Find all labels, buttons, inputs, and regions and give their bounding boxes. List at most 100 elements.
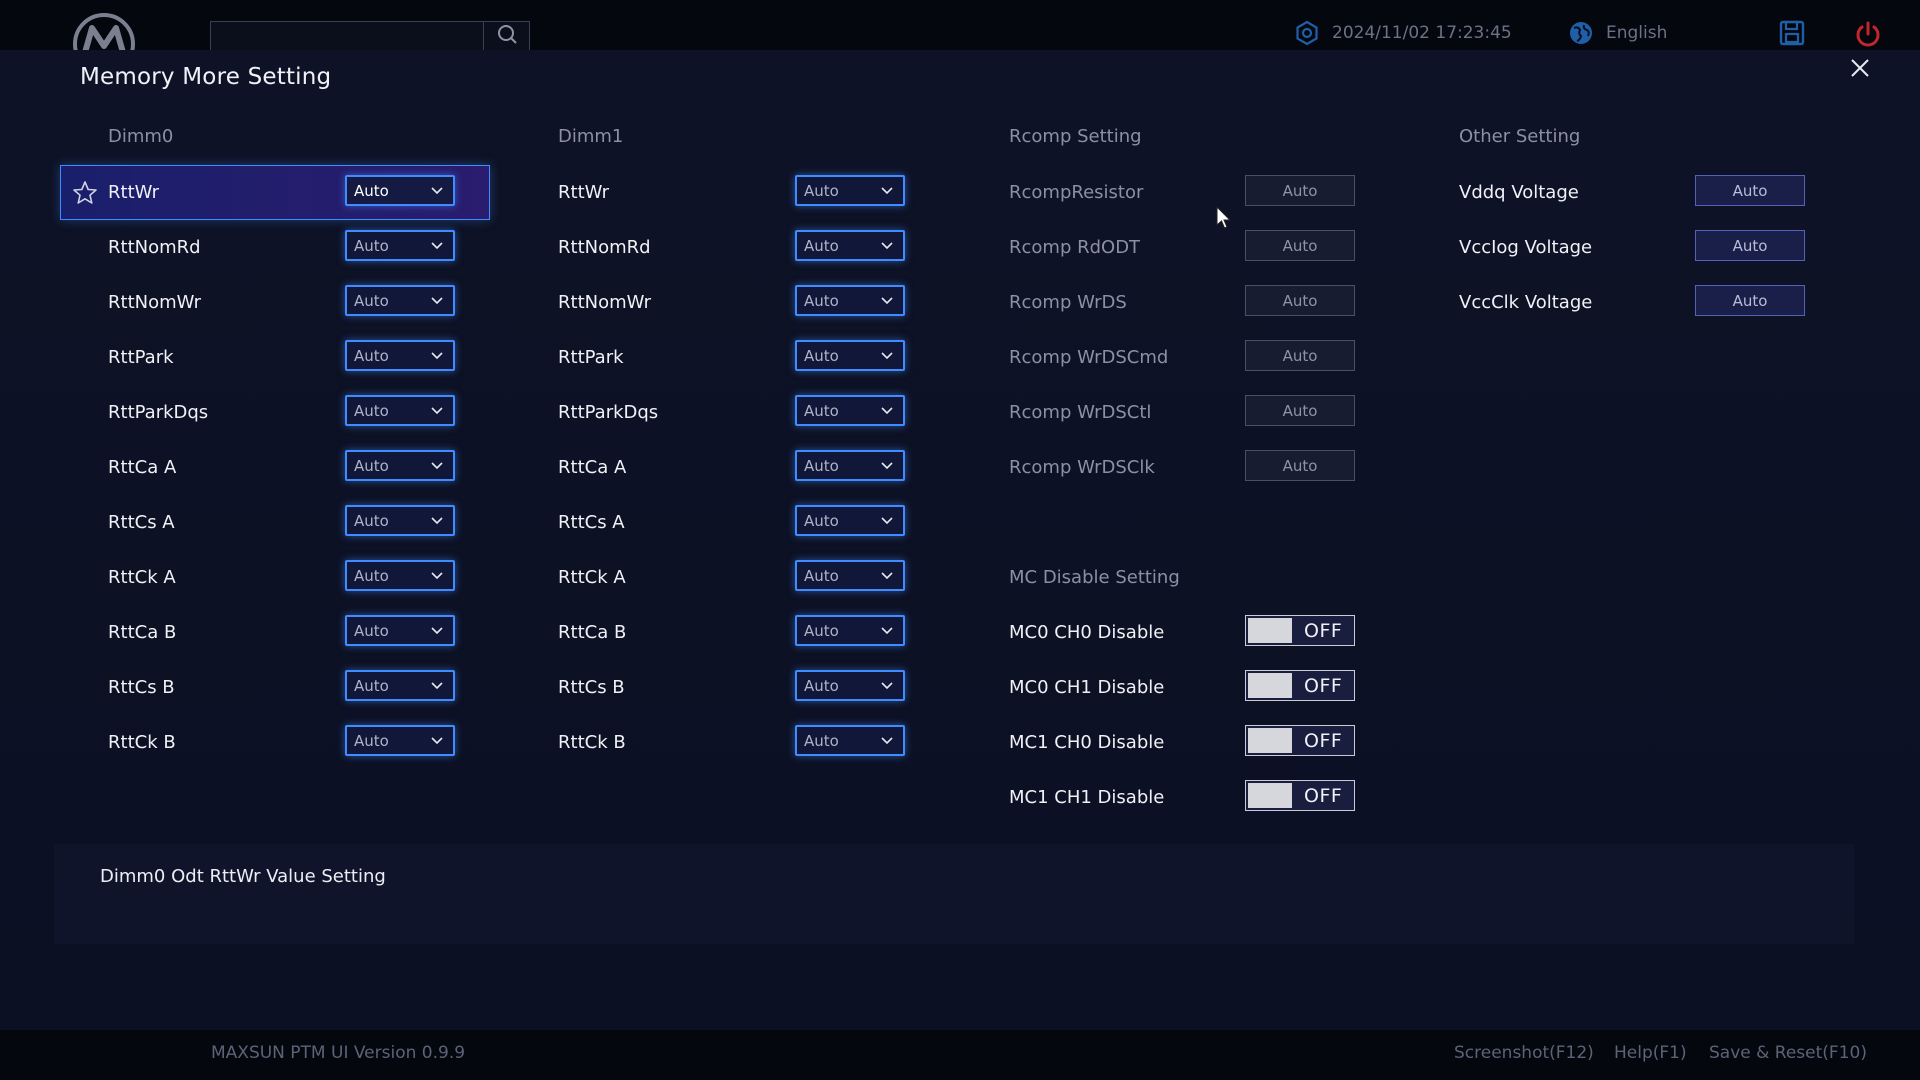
chevron-down-icon — [431, 571, 443, 580]
vcciog-voltage-value[interactable]: Auto — [1695, 230, 1805, 261]
dimm1-label-1: RttNomRd — [558, 237, 651, 258]
dimm0-label-10: RttCk B — [108, 732, 176, 753]
dimm1-label-2: RttNomWr — [558, 292, 652, 313]
mc-disable-label-3: MC1 CH1 Disable — [1009, 787, 1165, 808]
chevron-down-icon — [881, 736, 893, 745]
chevron-down-icon — [431, 186, 443, 195]
toggle-state: OFF — [1304, 784, 1343, 807]
rcomp-label-4: Rcomp WrDSCtl — [1009, 402, 1152, 423]
vccclk-voltage-value[interactable]: Auto — [1695, 285, 1805, 316]
save-reset-button[interactable]: Save & Reset(F10) — [1709, 1043, 1867, 1063]
dimm0-dropdown-7[interactable]: Auto — [345, 560, 455, 591]
dimm0-dropdown-6[interactable]: Auto — [345, 505, 455, 536]
dimm0-label-4: RttParkDqs — [108, 402, 209, 423]
other-label-1: VccIog Voltage — [1459, 237, 1593, 258]
chevron-down-icon — [881, 406, 893, 415]
dimm0-label-2: RttNomWr — [108, 292, 202, 313]
dimm0-dropdown-9[interactable]: Auto — [345, 670, 455, 701]
dimm1-dropdown-5[interactable]: Auto — [795, 450, 905, 481]
dimm0-dropdown-1[interactable]: Auto — [345, 230, 455, 261]
chevron-down-icon — [431, 626, 443, 635]
chevron-down-icon — [881, 461, 893, 470]
rcomp-value-5[interactable]: Auto — [1245, 450, 1355, 481]
toggle-state: OFF — [1304, 729, 1343, 752]
footer-bar: MAXSUN PTM UI Version 0.9.9 Screenshot(F… — [0, 1030, 1920, 1080]
vddq-voltage-value[interactable]: Auto — [1695, 175, 1805, 206]
chevron-down-icon — [431, 406, 443, 415]
power-icon[interactable] — [1854, 20, 1882, 52]
toggle-state: OFF — [1304, 619, 1343, 642]
save-icon[interactable] — [1779, 20, 1805, 50]
screenshot-button[interactable]: Screenshot(F12) — [1454, 1043, 1594, 1063]
chevron-down-icon — [431, 241, 443, 250]
dropdown-value: Auto — [804, 676, 839, 695]
rcomp-value-1[interactable]: Auto — [1245, 230, 1355, 261]
toggle-knob — [1248, 728, 1292, 753]
dimm1-label-7: RttCk A — [558, 567, 626, 588]
dropdown-value: Auto — [354, 346, 389, 365]
dimm0-dropdown-3[interactable]: Auto — [345, 340, 455, 371]
rcomp-value-0[interactable]: Auto — [1245, 175, 1355, 206]
mc-disable-toggle-2[interactable]: OFF — [1245, 725, 1355, 756]
dimm1-label-0: RttWr — [558, 182, 610, 203]
dimm1-dropdown-10[interactable]: Auto — [795, 725, 905, 756]
dropdown-value: Auto — [354, 566, 389, 585]
chevron-down-icon — [431, 681, 443, 690]
dropdown-value: Auto — [804, 401, 839, 420]
chevron-down-icon — [881, 516, 893, 525]
dimm1-dropdown-1[interactable]: Auto — [795, 230, 905, 261]
mc-disable-header: MC Disable Setting — [1009, 567, 1180, 588]
dropdown-value: Auto — [354, 291, 389, 310]
dimm0-label-9: RttCs B — [108, 677, 175, 698]
dimm0-header: Dimm0 — [108, 126, 174, 147]
language-label: English — [1606, 23, 1668, 43]
dropdown-value: Auto — [354, 511, 389, 530]
dimm1-dropdown-8[interactable]: Auto — [795, 615, 905, 646]
rcomp-value-4[interactable]: Auto — [1245, 395, 1355, 426]
mc-disable-toggle-0[interactable]: OFF — [1245, 615, 1355, 646]
search-input[interactable] — [211, 22, 485, 50]
chevron-down-icon — [881, 681, 893, 690]
dimm1-dropdown-0[interactable]: Auto — [795, 175, 905, 206]
rcomp-label-3: Rcomp WrDSCmd — [1009, 347, 1169, 368]
dimm0-dropdown-8[interactable]: Auto — [345, 615, 455, 646]
mc-disable-label-1: MC0 CH1 Disable — [1009, 677, 1165, 698]
chevron-down-icon — [431, 461, 443, 470]
mc-disable-toggle-1[interactable]: OFF — [1245, 670, 1355, 701]
dimm0-dropdown-2[interactable]: Auto — [345, 285, 455, 316]
dimm1-dropdown-9[interactable]: Auto — [795, 670, 905, 701]
dropdown-value: Auto — [354, 401, 389, 420]
help-button[interactable]: Help(F1) — [1614, 1043, 1687, 1063]
mc-disable-toggle-3[interactable]: OFF — [1245, 780, 1355, 811]
dimm1-dropdown-2[interactable]: Auto — [795, 285, 905, 316]
dimm0-dropdown-5[interactable]: Auto — [345, 450, 455, 481]
dimm0-dropdown-0[interactable]: Auto — [345, 175, 455, 206]
close-button[interactable] — [1846, 56, 1874, 84]
dimm0-label-7: RttCk A — [108, 567, 176, 588]
dropdown-value: Auto — [804, 291, 839, 310]
rcomp-value-3[interactable]: Auto — [1245, 340, 1355, 371]
chevron-down-icon — [881, 186, 893, 195]
dropdown-value: Auto — [354, 676, 389, 695]
dimm1-label-3: RttPark — [558, 347, 624, 368]
dimm1-dropdown-6[interactable]: Auto — [795, 505, 905, 536]
help-description-box — [54, 844, 1854, 944]
language-selector[interactable]: English — [1568, 20, 1667, 46]
globe-icon — [1568, 20, 1594, 46]
dropdown-value: Auto — [354, 621, 389, 640]
search-button[interactable] — [483, 22, 529, 50]
dimm1-dropdown-4[interactable]: Auto — [795, 395, 905, 426]
toggle-state: OFF — [1304, 674, 1343, 697]
chevron-down-icon — [881, 241, 893, 250]
other-label-2: VccClk Voltage — [1459, 292, 1593, 313]
chevron-down-icon — [881, 296, 893, 305]
dimm1-dropdown-3[interactable]: Auto — [795, 340, 905, 371]
dimm0-dropdown-10[interactable]: Auto — [345, 725, 455, 756]
chevron-down-icon — [881, 571, 893, 580]
rcomp-label-0: RcompResistor — [1009, 182, 1144, 203]
search-box — [210, 21, 530, 50]
dimm0-dropdown-4[interactable]: Auto — [345, 395, 455, 426]
rcomp-value-2[interactable]: Auto — [1245, 285, 1355, 316]
dimm1-dropdown-7[interactable]: Auto — [795, 560, 905, 591]
star-icon[interactable] — [72, 180, 98, 210]
